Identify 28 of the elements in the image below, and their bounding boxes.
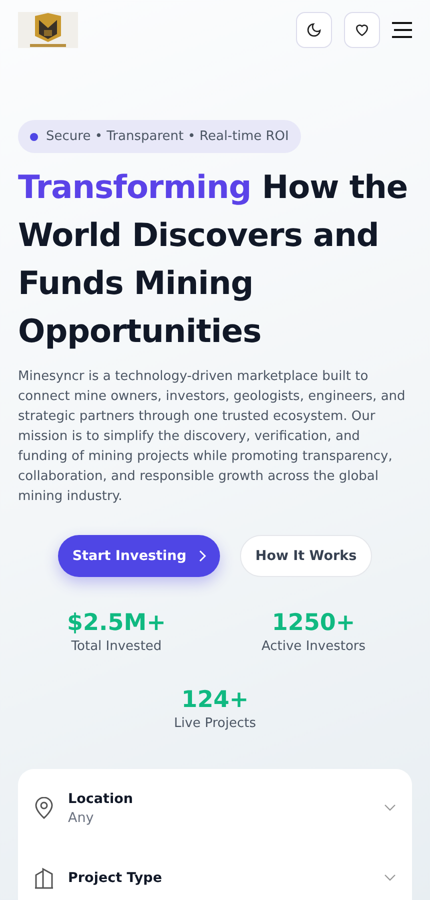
filter-value: Any — [68, 810, 95, 826]
stat-label: Active Investors — [261, 639, 366, 654]
moon-icon — [306, 22, 322, 38]
stat-value: 1250+ — [272, 609, 356, 637]
chevron-right-icon — [198, 550, 206, 562]
menu-button[interactable] — [392, 22, 412, 38]
favorites-button[interactable] — [344, 12, 380, 48]
filter-dropdown[interactable]: Project Type — [34, 843, 396, 900]
filter-label: Project Type — [68, 870, 163, 886]
stat-label: Live Projects — [174, 716, 256, 731]
how-it-works-button[interactable]: How It Works — [240, 535, 372, 577]
stat-value: $2.5M+ — [67, 609, 166, 637]
start-investing-button[interactable]: Start Investing — [58, 535, 220, 577]
hero-description: Minesyncr is a technology-driven marketplace built to connect mine owners, investors, geologists, engineers, and strategic partners through one trusted ecosystem. Our mission is to simplify the discovery, verification, and funding of mining projects while promoting transparency, collaboration, and responsible growth across the global mining industry. — [18, 368, 406, 506]
tagline-text: Secure • Transparent • Real-time ROI — [46, 129, 289, 144]
stat-value: 124+ — [181, 686, 249, 714]
filter-label: Location — [68, 790, 134, 806]
chevron-down-icon — [384, 804, 396, 812]
building-icon — [34, 867, 54, 889]
logo[interactable] — [18, 12, 78, 48]
stat-label: Total Invested — [71, 639, 162, 654]
heart-icon — [354, 22, 370, 38]
menu-icon — [392, 22, 412, 38]
filter-dropdown[interactable]: Location Any — [34, 773, 396, 843]
location-pin-icon — [34, 797, 54, 819]
theme-toggle-button[interactable] — [296, 12, 332, 48]
hero-heading: Transforming How the World Discovers and Funds Mining Opportunities — [18, 167, 409, 352]
chevron-down-icon — [384, 874, 396, 882]
